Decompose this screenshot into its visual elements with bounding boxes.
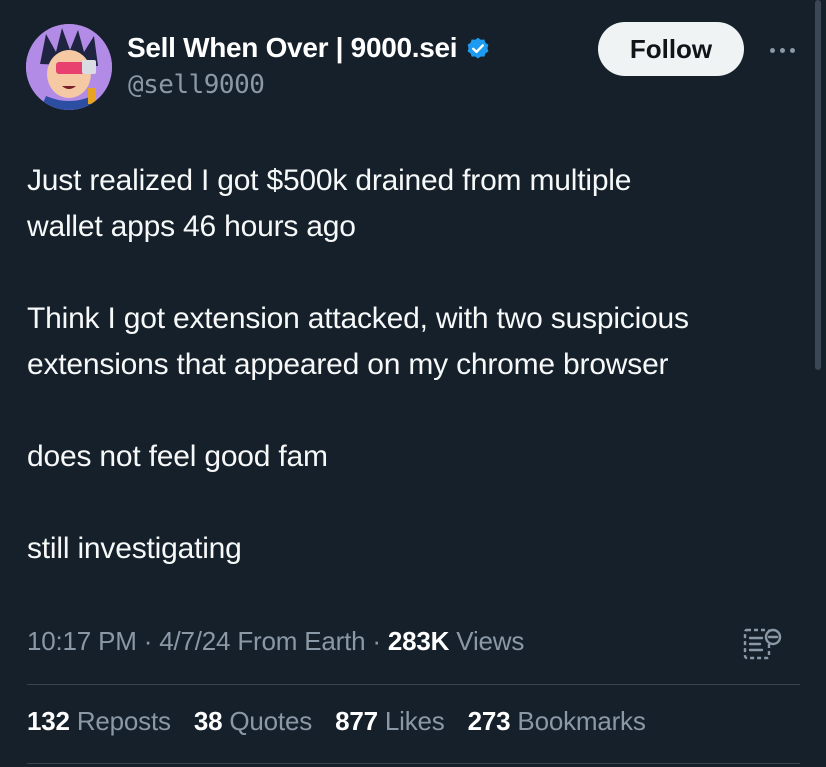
tweet-line: Just realized I got $500k drained from m… [27,164,632,197]
bookmarks-label: Bookmarks [517,706,646,736]
tweet-text: Just realized I got $500k drained from m… [27,158,807,572]
analytics-icon[interactable] [742,624,784,666]
reposts-count: 132 [27,706,70,736]
tweet-line: extensions that appeared on my chrome br… [27,348,669,381]
tweet-paragraph: Think I got extension attacked, with two… [27,296,807,388]
tweet-detail: Sell When Over | 9000.sei @sell9000 Foll… [0,0,826,767]
reposts-stat[interactable]: 132 Reposts [27,706,171,737]
more-dot [779,47,785,53]
engagement-stats: 132 Reposts 38 Quotes 877 Likes 273 Book… [27,706,662,737]
tweet-location: From Earth [237,626,366,656]
more-options-icon[interactable] [764,38,800,62]
tweet-time[interactable]: 10:17 PM [27,626,137,656]
follow-button[interactable]: Follow [598,22,744,76]
tweet-meta: 10:17 PM · 4/7/24 From Earth · 283K View… [27,626,524,657]
author-handle[interactable]: @sell9000 [128,70,265,100]
bookmarks-stat[interactable]: 273 Bookmarks [468,706,646,737]
tweet-line: wallet apps 46 hours ago [27,210,356,243]
quotes-label: Quotes [229,706,313,736]
tweet-line: Think I got extension attacked, with two… [27,302,689,335]
more-dot [769,47,775,53]
avatar[interactable] [26,24,112,110]
quotes-count: 38 [193,706,223,736]
likes-count: 877 [335,706,378,736]
tweet-line: still investigating [27,532,242,565]
tweet-paragraph: still investigating [27,526,807,572]
author-display-name[interactable]: Sell When Over | 9000.sei [127,32,458,64]
divider [27,763,800,764]
avatar-image [26,24,112,110]
divider [27,684,800,685]
scrollbar[interactable] [815,0,821,370]
author-name-row[interactable]: Sell When Over | 9000.sei [127,32,491,64]
likes-label: Likes [384,706,445,736]
tweet-paragraph: does not feel good fam [27,434,807,480]
meta-separator: · [372,626,381,656]
bookmarks-count: 273 [467,706,511,736]
likes-stat[interactable]: 877 Likes [335,706,445,737]
reposts-label: Reposts [76,706,171,736]
quotes-stat[interactable]: 38 Quotes [194,706,312,737]
views-count: 283K [387,626,450,656]
meta-separator: · [143,626,153,656]
tweet-paragraph: Just realized I got $500k drained from m… [27,158,807,250]
more-dot [789,47,795,53]
tweet-line: does not feel good fam [27,440,328,473]
verified-badge-icon [465,35,491,61]
tweet-date[interactable]: 4/7/24 [159,626,230,656]
views-label: Views [456,626,525,656]
